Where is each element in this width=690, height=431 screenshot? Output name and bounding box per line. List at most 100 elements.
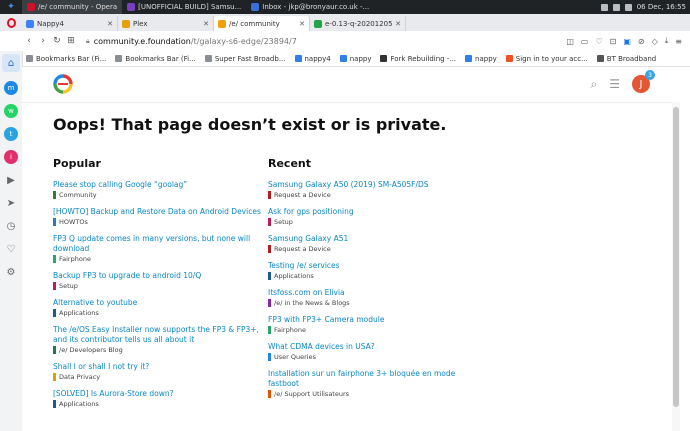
topic-link[interactable]: FP3 with FP3+ Camera module [268, 315, 476, 325]
topic-link[interactable]: Shall I or shall I not try it? [53, 362, 261, 372]
category-label: Fairphone [274, 326, 306, 334]
bookmark-item[interactable]: BT Broadband [596, 55, 656, 63]
bookmark-favicon-icon [380, 55, 388, 62]
network-icon[interactable] [600, 3, 608, 11]
search-icon[interactable]: ⌕ [591, 77, 598, 92]
bookmark-item[interactable]: Bookmarks Bar (Fi... [115, 55, 196, 63]
favicon-icon [218, 19, 226, 28]
heart-icon[interactable]: ♡ [4, 242, 18, 256]
category-label: Data Privacy [59, 373, 101, 381]
bookmark-item[interactable]: Bookmarks Bar (Fi... [26, 55, 106, 63]
e-foundation-logo[interactable] [53, 74, 73, 94]
send-icon[interactable]: ➤ [4, 196, 18, 210]
settings-icon[interactable]: ⚙ [4, 265, 18, 279]
category-badge[interactable]: Request a Device [268, 245, 476, 253]
download-icon[interactable]: ⤓ [665, 36, 669, 46]
category-badge[interactable]: /e/ Developers Blog [53, 346, 261, 354]
scrollbar-thumb[interactable] [673, 107, 679, 407]
topic-link[interactable]: Please stop calling Google “goolag” [53, 180, 261, 190]
topic-link[interactable]: Samsung Galaxy A50 (2019) SM-A505F/DS [268, 180, 476, 190]
snapshot-icon[interactable]: ◫ [566, 37, 574, 46]
bookmark-item[interactable]: nappy [465, 55, 497, 63]
category-badge[interactable]: /e/ Support Utilisateurs [268, 390, 476, 398]
clock[interactable]: 06 Dec, 16:55 [637, 3, 686, 11]
instagram-icon[interactable]: i [4, 150, 18, 164]
taskbar-task[interactable]: [UNOFFICIAL BUILD] Samsu... [122, 0, 246, 14]
topic-link[interactable]: Alternative to youtube [53, 298, 261, 308]
bookmark-label: nappy4 [304, 54, 331, 63]
browser-tab[interactable]: Plex ✕ [118, 16, 214, 31]
category-badge[interactable]: Applications [53, 309, 261, 317]
bookmark-heart-icon[interactable]: ♡ [595, 37, 602, 46]
hamburger-menu-icon[interactable]: ☰ [609, 77, 620, 91]
opera-menu-icon[interactable] [0, 14, 22, 31]
category-badge[interactable]: /e/ in the News & Blogs [268, 299, 476, 307]
speed-dial-icon[interactable]: ⊞ [64, 36, 78, 46]
category-badge[interactable]: Applications [53, 400, 261, 408]
topic-link[interactable]: The /e/OS Easy Installer now supports th… [53, 325, 261, 345]
topic-item: What CDMA devices in USA? User Queries [268, 342, 476, 361]
taskbar-task[interactable]: Inbox - jkp@bronyaur.co.uk -... [246, 0, 374, 14]
category-label: Setup [59, 282, 78, 290]
category-color-swatch [53, 255, 56, 263]
home-icon[interactable]: ⌂ [2, 54, 20, 72]
category-color-swatch [53, 218, 56, 226]
topic-link[interactable]: Itsfoss.com on Elivia [268, 288, 476, 298]
category-badge[interactable]: Fairphone [268, 326, 476, 334]
topic-link[interactable]: Ask for gps positioning [268, 207, 476, 217]
browser-tab[interactable]: Nappy4 ✕ [22, 16, 118, 31]
topic-link[interactable]: FP3 Q update comes in many versions, but… [53, 234, 261, 254]
cube-icon[interactable]: ◇ [652, 37, 658, 46]
battery-icon[interactable] [624, 3, 632, 11]
browser-tab-label: Nappy4 [37, 19, 65, 28]
browser-tab[interactable]: e-0.13-q-20201205-UNOF✕ [310, 16, 406, 31]
topic-link[interactable]: Samsung Galaxy A51 [268, 234, 476, 244]
bookmark-item[interactable]: Fork Rebuilding -... [380, 55, 456, 63]
url-field[interactable]: 🔒︎ community.e.foundation/t/galaxy-s6-ed… [86, 37, 566, 46]
adblock-icon[interactable]: ⊘ [638, 37, 645, 46]
close-tab-icon[interactable]: ✕ [107, 20, 113, 28]
notification-badge[interactable]: 3 [645, 70, 655, 80]
topic-link[interactable]: Installation sur un fairphone 3+ bloquée… [268, 369, 476, 389]
menu-icon[interactable]: ≡ [675, 37, 682, 46]
whatsapp-icon[interactable]: w [4, 104, 18, 118]
category-badge[interactable]: Community [53, 191, 261, 199]
extension-icon[interactable]: ⊡ [610, 37, 617, 46]
app-launcher-icon[interactable]: ✦ [0, 0, 22, 14]
reload-button[interactable]: ↻ [50, 36, 64, 46]
browser-tab[interactable]: /e/ community ✕ [214, 16, 310, 31]
close-tab-icon[interactable]: ✕ [203, 20, 209, 28]
volume-icon[interactable] [612, 3, 620, 11]
messenger-icon[interactable]: m [4, 81, 18, 95]
bookmark-favicon-icon [596, 55, 604, 62]
bookmark-item[interactable]: nappy4 [294, 54, 331, 63]
history-icon[interactable]: ◷ [4, 219, 18, 233]
category-badge[interactable]: Fairphone [53, 255, 261, 263]
close-tab-icon[interactable]: ✕ [299, 20, 305, 28]
category-badge[interactable]: Applications [268, 272, 476, 280]
topic-link[interactable]: [SOLVED] Is Aurora-Store down? [53, 389, 261, 399]
topic-item: FP3 Q update comes in many versions, but… [53, 234, 261, 263]
taskbar-task[interactable]: /e/ community - Opera [22, 0, 123, 14]
topic-link[interactable]: What CDMA devices in USA? [268, 342, 476, 352]
user-avatar[interactable]: J 3 [632, 70, 655, 93]
close-tab-icon[interactable]: ✕ [395, 20, 401, 28]
player-icon[interactable]: ▶ [4, 173, 18, 187]
telegram-icon[interactable]: t [4, 127, 18, 141]
bookmark-item[interactable]: Sign in to your acc... [505, 55, 588, 63]
vpn-icon[interactable]: ▭ [581, 37, 589, 46]
category-badge[interactable]: Setup [53, 282, 261, 290]
category-badge[interactable]: User Queries [268, 353, 476, 361]
forward-button[interactable]: › [36, 36, 50, 46]
wallet-icon[interactable]: ▣ [623, 37, 631, 46]
category-badge[interactable]: HOWTOs [53, 218, 261, 226]
topic-link[interactable]: Testing /e/ services [268, 261, 476, 271]
category-badge[interactable]: Request a Device [268, 191, 476, 199]
topic-link[interactable]: Backup FP3 to upgrade to android 10/Q [53, 271, 261, 281]
category-badge[interactable]: Setup [268, 218, 476, 226]
bookmark-item[interactable]: nappy [339, 55, 371, 63]
bookmark-item[interactable]: Super Fast Broadb... [204, 55, 286, 63]
back-button[interactable]: ‹ [22, 36, 36, 46]
topic-link[interactable]: [HOWTO] Backup and Restore Data on Andro… [53, 207, 261, 217]
category-badge[interactable]: Data Privacy [53, 373, 261, 381]
